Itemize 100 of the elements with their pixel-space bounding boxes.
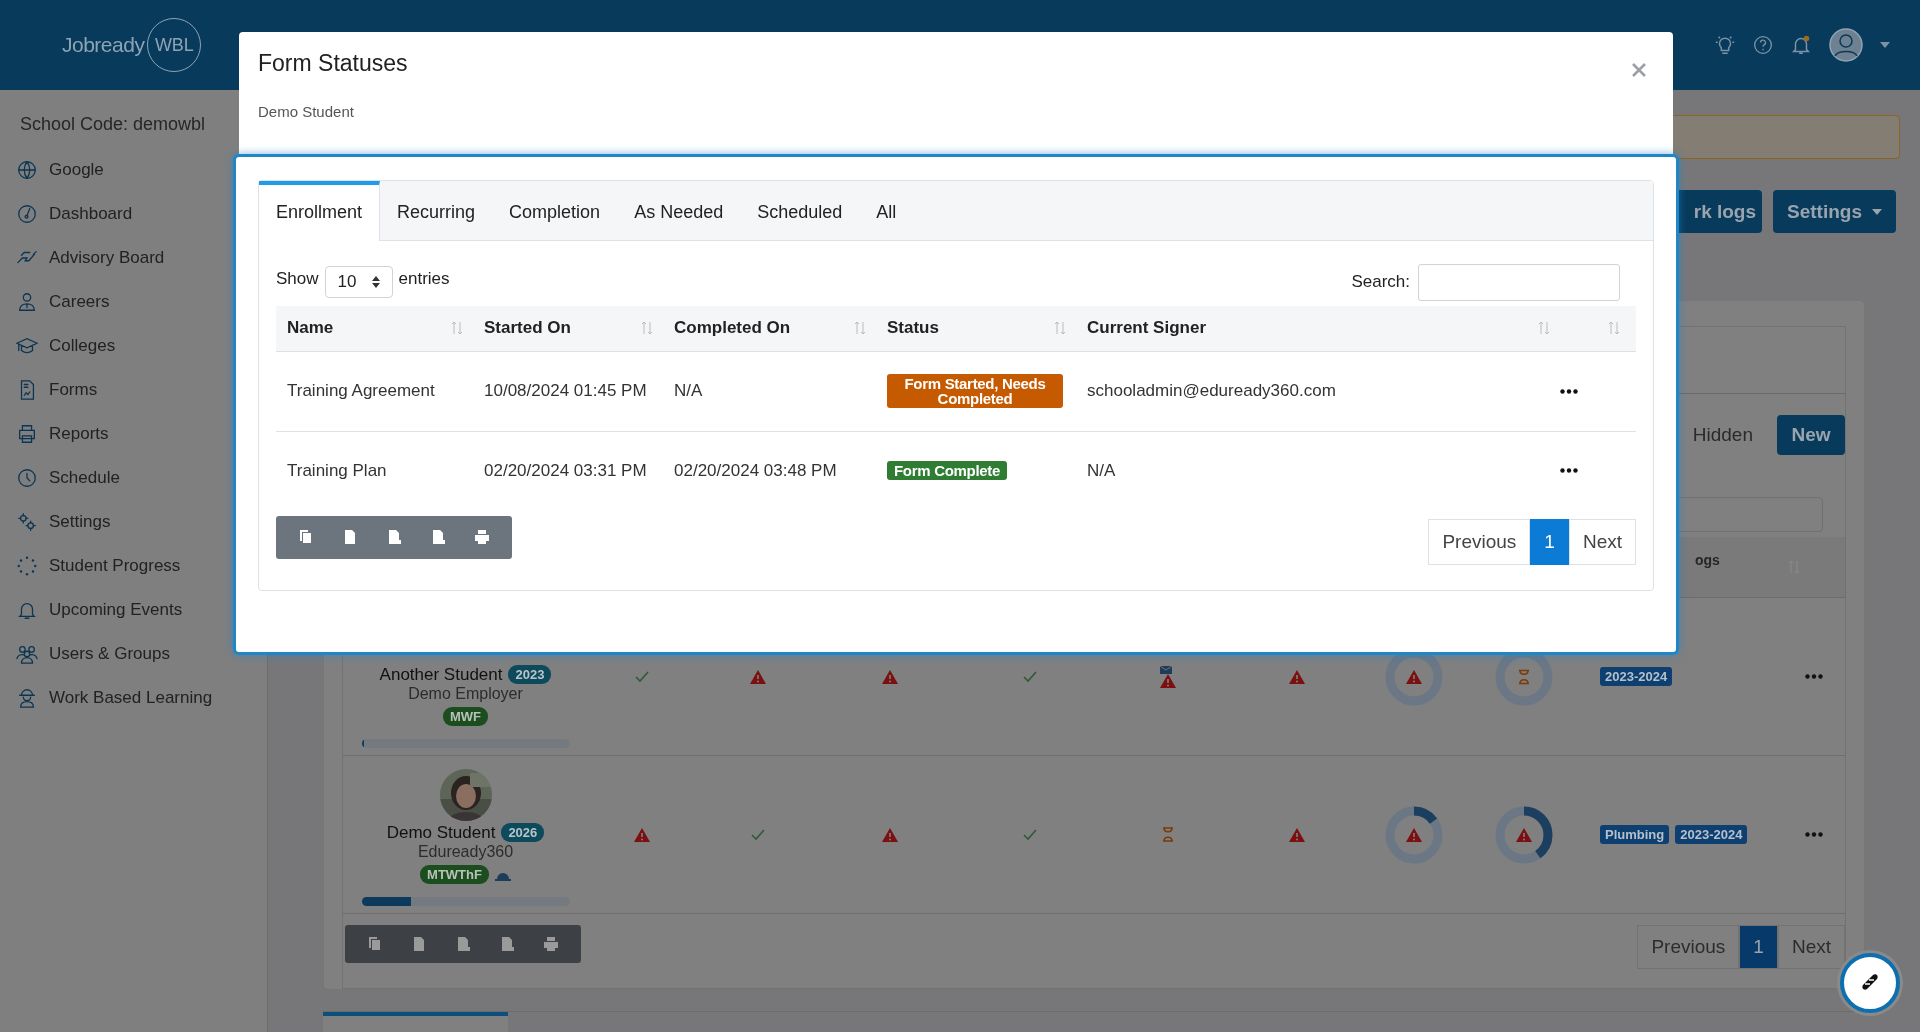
people-icon bbox=[16, 643, 38, 665]
show-label: Show bbox=[276, 269, 319, 290]
sidebar-item[interactable]: Work Based Learning bbox=[0, 676, 267, 720]
school-code: School Code: demowbl bbox=[19, 114, 207, 136]
status-badge: Form Started, Needs Completed bbox=[887, 374, 1063, 409]
help-icon bbox=[1753, 35, 1773, 55]
employer-name: Demo Employer bbox=[408, 685, 523, 704]
tag: Plumbing bbox=[1600, 825, 1670, 844]
bell-icon bbox=[1790, 34, 1812, 56]
student-name: Another Student bbox=[379, 664, 503, 685]
warning-icon bbox=[633, 827, 650, 842]
tab[interactable]: All bbox=[859, 180, 914, 241]
sort-icon bbox=[1608, 320, 1620, 337]
check-icon bbox=[1022, 828, 1037, 841]
tab[interactable]: Enrollment bbox=[259, 180, 381, 241]
sort-icon bbox=[854, 320, 866, 337]
gears-icon bbox=[16, 511, 38, 533]
more-icon bbox=[1805, 674, 1823, 679]
sidebar-item[interactable]: Forms bbox=[0, 368, 267, 412]
tab[interactable]: Scheduled bbox=[740, 180, 860, 241]
table-cell-text: Training Agreement bbox=[287, 380, 435, 403]
tab[interactable]: As Needed bbox=[617, 180, 741, 241]
table-cell-text: schooladmin@eduready360.com bbox=[1087, 380, 1336, 403]
sidebar-item[interactable]: Careers bbox=[0, 280, 267, 324]
sidebar-item[interactable]: Upcoming Events bbox=[0, 588, 267, 632]
pager-button[interactable]: Next bbox=[1568, 518, 1636, 565]
dialog-title: Form Statuses bbox=[258, 50, 408, 77]
warning-icon bbox=[1289, 827, 1305, 842]
close-icon bbox=[1632, 63, 1646, 77]
employer-name: Eduready360 bbox=[417, 843, 514, 862]
table-cell-text: 02/20/2024 03:31 PM bbox=[484, 459, 647, 482]
sidebar-item[interactable]: Schedule bbox=[0, 456, 267, 500]
sort-icon bbox=[641, 320, 653, 337]
file-icon bbox=[455, 936, 471, 952]
column-header: Completed On bbox=[674, 318, 791, 339]
year-badge: 2023 bbox=[508, 665, 552, 684]
sort-caret-icon bbox=[371, 275, 380, 288]
column-header: Name bbox=[287, 318, 334, 339]
printer-icon bbox=[543, 936, 559, 952]
dialog-subtitle: Demo Student bbox=[258, 103, 355, 120]
copy-icon bbox=[298, 529, 314, 546]
hidden-label: Hidden bbox=[1692, 424, 1753, 446]
tab[interactable] bbox=[323, 1012, 508, 1032]
warning-icon bbox=[882, 827, 898, 842]
more-icon bbox=[1560, 388, 1578, 394]
column-header: Status bbox=[887, 318, 939, 339]
sidebar-item[interactable]: Colleges bbox=[0, 324, 267, 368]
check-icon bbox=[751, 828, 765, 841]
gauge-icon bbox=[16, 203, 38, 225]
sidebar-item[interactable]: Settings bbox=[0, 500, 267, 544]
search-label: Search: bbox=[1351, 272, 1410, 293]
sort-icon bbox=[1054, 320, 1066, 337]
file-icon bbox=[499, 936, 515, 952]
student-name: Demo Student bbox=[386, 822, 496, 843]
tag: 2023-2024 bbox=[1675, 825, 1748, 844]
tab[interactable]: Recurring bbox=[380, 180, 493, 241]
column-header: Started On bbox=[484, 318, 571, 339]
column-header: ogs bbox=[1695, 552, 1720, 568]
column-header: Current Signer bbox=[1087, 318, 1207, 339]
entries-select[interactable]: 10 bbox=[324, 265, 393, 298]
check-icon bbox=[634, 670, 649, 683]
tab[interactable]: Completion bbox=[492, 180, 618, 241]
table-cell-text: Training Plan bbox=[287, 459, 387, 482]
days-badge: MWF bbox=[442, 707, 488, 726]
sidebar-item[interactable]: Users & Groups bbox=[0, 632, 267, 676]
globe-icon bbox=[16, 159, 38, 181]
year-badge: 2026 bbox=[501, 823, 545, 842]
page-button[interactable]: 1 bbox=[1739, 925, 1778, 969]
dropdown-button[interactable]: Settings bbox=[1773, 190, 1896, 233]
page-button[interactable]: 1 bbox=[1530, 518, 1569, 565]
pager-button[interactable]: Next bbox=[1777, 925, 1845, 969]
check-icon bbox=[1022, 670, 1037, 683]
dots-circle-icon bbox=[16, 555, 38, 577]
pager-button[interactable]: Previous bbox=[1637, 925, 1740, 969]
warning-icon bbox=[750, 669, 766, 684]
caret-icon bbox=[1880, 42, 1890, 48]
pager-button[interactable]: Previous bbox=[1428, 518, 1531, 565]
person-icon bbox=[16, 291, 38, 313]
days-badge: MTWThF bbox=[420, 865, 489, 884]
warning-icon bbox=[1289, 669, 1305, 684]
file-icon bbox=[430, 529, 446, 546]
clock-icon bbox=[16, 467, 38, 489]
sidebar-item[interactable]: Student Progress bbox=[0, 544, 267, 588]
entries-label: entries bbox=[398, 269, 450, 290]
avatar-icon bbox=[1829, 28, 1863, 62]
hourglass-icon bbox=[1162, 827, 1174, 842]
new-button[interactable]: New bbox=[1777, 415, 1845, 455]
printer-icon bbox=[16, 423, 38, 445]
floating-action-button[interactable] bbox=[1840, 953, 1900, 1013]
mail-warning-icon bbox=[1159, 665, 1177, 688]
sidebar-item[interactable]: Reports bbox=[0, 412, 267, 456]
sort-icon bbox=[451, 320, 463, 337]
more-icon bbox=[1560, 468, 1578, 474]
logo-text: Jobready bbox=[62, 33, 145, 57]
copy-icon bbox=[367, 936, 383, 952]
printer-icon bbox=[474, 529, 490, 546]
lightbulb-icon bbox=[1714, 34, 1736, 56]
tag: 2023-2024 bbox=[1600, 667, 1673, 686]
search-field[interactable] bbox=[1418, 263, 1620, 301]
table-cell-text: 10/08/2024 01:45 PM bbox=[484, 380, 647, 403]
